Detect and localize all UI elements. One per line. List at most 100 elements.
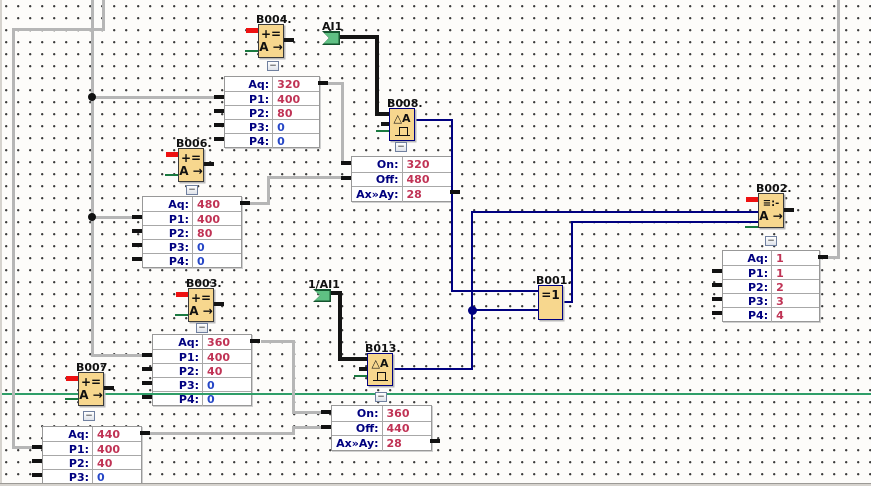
param-table-B004[interactable]: Aq: 320 P1: 400 P2: 80 P3: 0 P4: 0 — [224, 76, 320, 148]
param-value: 360 — [207, 335, 231, 349]
block-B004[interactable]: += A → — [258, 24, 284, 58]
wire-segment — [471, 211, 759, 213]
table-row-B004-P1: P1: 400 — [225, 91, 319, 106]
pin-input-2 — [359, 367, 367, 371]
table-row-B008-On: On: 320 — [352, 157, 451, 172]
block-glyph: A → — [259, 40, 283, 54]
param-label: Aq: — [153, 335, 204, 349]
param-value: 0 — [197, 254, 205, 268]
param-value: 1 — [776, 251, 784, 265]
wire-junction — [467, 305, 477, 315]
table-row-B004-P2: P2: 80 — [225, 105, 319, 120]
wire-segment — [148, 431, 295, 435]
table-row-B008-Off: Off: 480 — [352, 171, 451, 187]
collapse-button-B006[interactable]: − — [186, 185, 198, 195]
table-row-B006-P1: P1: 400 — [143, 211, 241, 226]
collapse-button-B008[interactable]: − — [395, 142, 407, 152]
collapse-button-B004[interactable]: − — [267, 61, 279, 71]
param-label: Ax»Ay: — [352, 187, 403, 202]
param-value: 440 — [386, 422, 410, 436]
wire-segment — [90, 0, 94, 357]
param-value: 80 — [277, 106, 293, 120]
table-input-pin — [142, 367, 152, 371]
table-input-pin — [142, 395, 152, 399]
param-value: 28 — [386, 436, 402, 450]
table-input-pin — [32, 445, 42, 449]
param-value: 0 — [97, 470, 105, 484]
fbd-editor-canvas[interactable]: Aq: 320 P1: 400 P2: 80 P3: 0 P4: 0 Aq: 480 P1: 400 P2:… — [0, 0, 871, 486]
param-value: 40 — [207, 364, 223, 378]
param-label: Ax»Ay: — [332, 436, 383, 451]
collapse-button-B003[interactable]: − — [196, 323, 208, 333]
wire-segment — [291, 339, 295, 414]
block-glyph: △A — [371, 357, 389, 370]
connector-label: AI1 — [322, 20, 343, 33]
block-B003[interactable]: += A → — [188, 288, 214, 322]
param-label: Aq: — [143, 197, 194, 211]
param-label: P1: — [43, 442, 94, 456]
collapse-button-B013[interactable]: − — [375, 392, 387, 402]
param-table-B003[interactable]: Aq: 360 P1: 400 P2: 40 P3: 0 P4: 0 — [152, 334, 252, 406]
block-B013[interactable]: △A — [367, 353, 393, 386]
pin-output — [104, 386, 114, 390]
wire-segment — [90, 215, 134, 219]
table-row-B007-Aq: Aq: 440 — [43, 427, 141, 441]
pin-output — [204, 162, 214, 166]
table-input-pin — [214, 109, 224, 113]
wire-segment — [451, 119, 453, 292]
wire-segment — [338, 291, 342, 361]
wire-segment — [451, 290, 539, 292]
collapse-button-B002[interactable]: − — [765, 236, 777, 246]
param-label: Aq: — [225, 77, 274, 91]
pin-green-input — [245, 50, 258, 52]
block-B008[interactable]: △A — [389, 108, 415, 141]
param-value: 480 — [197, 197, 221, 211]
block-B001[interactable]: =1 — [538, 285, 563, 320]
param-table-B002[interactable]: Aq: 1 P1: 1 P2: 2 P3: 3 P4: 4 — [722, 250, 820, 322]
param-table-B013[interactable]: On: 360 Off: 440 Ax»Ay: 28 — [331, 405, 432, 451]
param-value: 0 — [207, 378, 215, 392]
param-value: 400 — [97, 442, 121, 456]
table-output-pin — [140, 431, 150, 435]
pin-output — [284, 38, 294, 42]
block-glyph: A → — [189, 304, 213, 318]
table-output-pin — [818, 255, 828, 259]
block-B006[interactable]: += A → — [178, 148, 204, 182]
connector-flag-icon — [323, 32, 339, 44]
table-input-pin — [214, 137, 224, 141]
connector-label: 1/AI1 — [308, 278, 340, 291]
table-input-pin — [712, 311, 722, 315]
param-label: P3: — [143, 240, 194, 254]
table-input-pin — [321, 424, 331, 429]
param-label: Off: — [352, 172, 403, 187]
table-row-B003-P1: P1: 400 — [153, 349, 251, 364]
block-B002[interactable]: ≡:- A → — [758, 193, 784, 228]
table-row-B003-P2: P2: 40 — [153, 363, 251, 378]
table-output-pin — [318, 81, 328, 85]
wire-segment — [414, 119, 453, 121]
wire-segment — [101, 0, 105, 31]
connector-AI1[interactable] — [322, 31, 340, 45]
param-table-B006[interactable]: Aq: 480 P1: 400 P2: 80 P3: 0 P4: 0 — [142, 196, 242, 268]
param-value: 400 — [197, 212, 221, 226]
pin-green-input — [745, 226, 758, 228]
param-label: On: — [352, 157, 403, 172]
pin-red-input — [66, 376, 78, 381]
table-input-pin — [132, 257, 142, 261]
wire-segment — [571, 221, 759, 223]
pin-green-input — [175, 314, 188, 316]
pin-output — [214, 302, 224, 306]
param-value: 3 — [776, 294, 784, 308]
param-label: P3: — [723, 294, 773, 308]
param-table-B007[interactable]: Aq: 440 P1: 400 P2: 40 P3: 0 — [42, 426, 142, 484]
param-label: P2: — [153, 364, 204, 378]
param-label: P1: — [225, 92, 274, 106]
pulse-icon — [372, 370, 388, 384]
param-table-B008[interactable]: On: 320 Off: 480 Ax»Ay: 28 — [351, 156, 452, 202]
collapse-button-B007[interactable]: − — [83, 411, 95, 421]
param-label: P1: — [153, 350, 204, 364]
table-output-pin — [240, 201, 250, 205]
table-input-pin — [712, 269, 722, 273]
block-label-B004: B004. — [256, 13, 292, 26]
block-B007[interactable]: += A → — [78, 372, 104, 406]
